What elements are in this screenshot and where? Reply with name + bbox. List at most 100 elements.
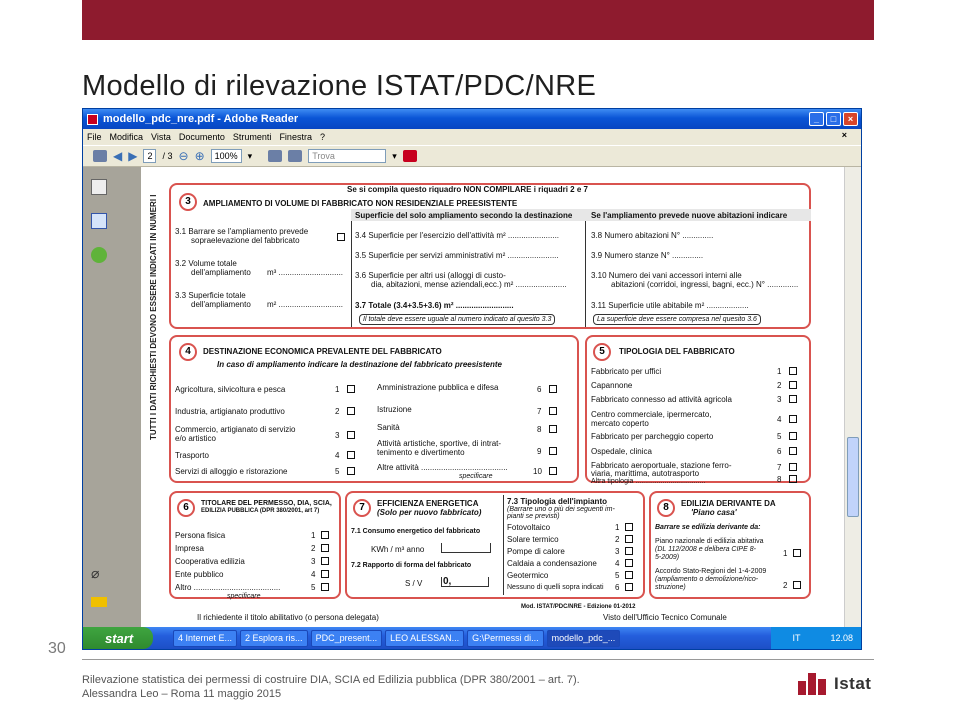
zoom-out-icon[interactable]: ⊖ [179,149,189,163]
s7-check-2[interactable] [625,535,633,543]
s6-item-5[interactable]: Altro ..................................… [175,583,280,592]
s5-item-8[interactable]: Altra tipologia ........................… [591,477,705,486]
s4-left-check-1[interactable] [347,385,355,393]
language-indicator[interactable]: IT [792,633,800,643]
fit-width-icon[interactable] [288,150,303,162]
start-button[interactable]: start [83,627,153,649]
q310[interactable]: 3.10 Numero dei vani accessori interni a… [591,271,742,280]
s4-left-check-5[interactable] [347,467,355,475]
s7-n5: 5 [615,571,620,580]
s7-check-1[interactable] [625,523,633,531]
s4-right-check-10[interactable] [549,467,557,475]
search-input[interactable]: Trova [308,149,387,163]
acrobat-icon[interactable] [402,150,417,162]
s8-n1: 1 [783,549,788,558]
section-3-col3-head: Se l'ampliamento prevede nuove abitazion… [591,211,788,220]
q311[interactable]: 3.11 Superficie utile abitabile m² .....… [591,301,749,310]
task-folder[interactable]: G:\Permessi di... [467,629,544,647]
s7-check-6[interactable] [625,583,633,591]
s6-item-2: Impresa [175,544,204,553]
comments-icon[interactable] [91,597,107,607]
maximize-button[interactable]: □ [826,112,841,126]
s4-left-check-4[interactable] [347,451,355,459]
task-powerpoint[interactable]: PDC_present... [310,629,383,647]
q31-checkbox[interactable] [337,233,345,241]
s6-specify: specificare [227,593,261,600]
page-input[interactable]: 2 [143,149,157,163]
s4-left-2: Industria, artigianato produttivo [175,407,285,416]
q38[interactable]: 3.8 Numero abitazioni N° .............. [591,231,713,240]
task-internet-explorer[interactable]: 4 Internet E... [173,629,238,647]
s5-check-1[interactable] [789,367,797,375]
scroll-thumb[interactable] [847,437,859,517]
print-icon[interactable] [93,150,107,162]
menu-finestra[interactable]: Finestra [279,132,312,142]
menu-strumenti[interactable]: Strumenti [233,132,272,142]
menu-file[interactable]: File [87,132,102,142]
task-explorer[interactable]: 2 Esplora ris... [240,629,308,647]
prev-page-icon[interactable]: ◀ [113,149,122,163]
s4-right-1: Amministrazione pubblica e difesa [377,383,499,392]
menu-vista[interactable]: Vista [151,132,171,142]
s4-right-check-6[interactable] [549,385,557,393]
q72-input[interactable] [441,577,489,587]
s8-check-2[interactable] [793,581,801,589]
s4-left-4: Trasporto [175,451,209,460]
s6-check-4[interactable] [321,570,329,578]
menu-documento[interactable]: Documento [179,132,225,142]
s7-check-3[interactable] [625,547,633,555]
s6-check-5[interactable] [321,583,329,591]
s6-check-3[interactable] [321,557,329,565]
s5-check-6[interactable] [789,447,797,455]
minimize-button[interactable]: _ [809,112,824,126]
q35[interactable]: 3.5 Superficie per servizi amministrativ… [355,251,559,260]
bookmarks-icon[interactable] [91,213,107,229]
menu-help[interactable]: ? [320,132,325,142]
pages-icon[interactable] [91,179,107,195]
s5-check-5[interactable] [789,432,797,440]
doc-close-icon[interactable]: × [842,130,847,140]
q37[interactable]: 3.7 Totale (3.4+3.5+3.6) m² ............… [355,301,514,310]
s5-check-7[interactable] [789,463,797,471]
close-button[interactable]: × [843,112,858,126]
s4-right-5[interactable]: Altre attività .........................… [377,463,508,472]
s6-item-4: Ente pubblico [175,570,224,579]
s8-check-1[interactable] [793,549,801,557]
zoom-dropdown-icon[interactable]: ▾ [248,151,253,162]
s7-check-5[interactable] [625,571,633,579]
vertical-scrollbar[interactable] [844,167,861,627]
s4-right-check-7[interactable] [549,407,557,415]
s5-check-2[interactable] [789,381,797,389]
task-word[interactable]: LEO ALESSAN... [385,629,465,647]
s4-right-check-8[interactable] [549,425,557,433]
s6-check-2[interactable] [321,544,329,552]
q33-unit[interactable]: m² ............................. [267,300,343,309]
q34[interactable]: 3.4 Superficie per l'esercizio dell'atti… [355,231,559,240]
zoom-select[interactable]: 100% [210,149,242,163]
section-3-col2-head: Superficie del solo ampliamento secondo … [355,211,573,220]
next-page-icon[interactable]: ▶ [128,149,137,163]
zoom-in-icon[interactable]: ⊕ [195,149,205,163]
q36[interactable]: 3.6 Superficie per altri usi (alloggi di… [355,271,506,280]
s7-check-4[interactable] [625,559,633,567]
section-3-title: AMPLIAMENTO DI VOLUME DI FABBRICATO NON … [203,199,518,208]
s7-item-2: Solare termico [507,535,559,544]
attachments-icon[interactable]: ⌀ [91,565,107,581]
s6-check-1[interactable] [321,531,329,539]
s4-left-1: Agricoltura, silvicoltura e pesca [175,385,286,394]
task-adobe-reader[interactable]: modello_pdc_... [546,629,621,647]
s5-check-3[interactable] [789,395,797,403]
menu-modifica[interactable]: Modifica [110,132,144,142]
s4-left-check-2[interactable] [347,407,355,415]
q32-unit[interactable]: m³ ............................. [267,268,343,277]
s4-right-check-9[interactable] [549,447,557,455]
q39[interactable]: 3.9 Numero stanze N° .............. [591,251,703,260]
s4-left-check-3[interactable] [347,431,355,439]
q71-input[interactable] [441,543,491,553]
search-dropdown-icon[interactable]: ▾ [392,151,397,162]
fit-page-icon[interactable] [268,150,283,162]
s5-check-4[interactable] [789,415,797,423]
s5-check-8[interactable] [789,475,797,483]
help-icon[interactable] [91,247,107,263]
page-number: 30 [48,640,66,657]
